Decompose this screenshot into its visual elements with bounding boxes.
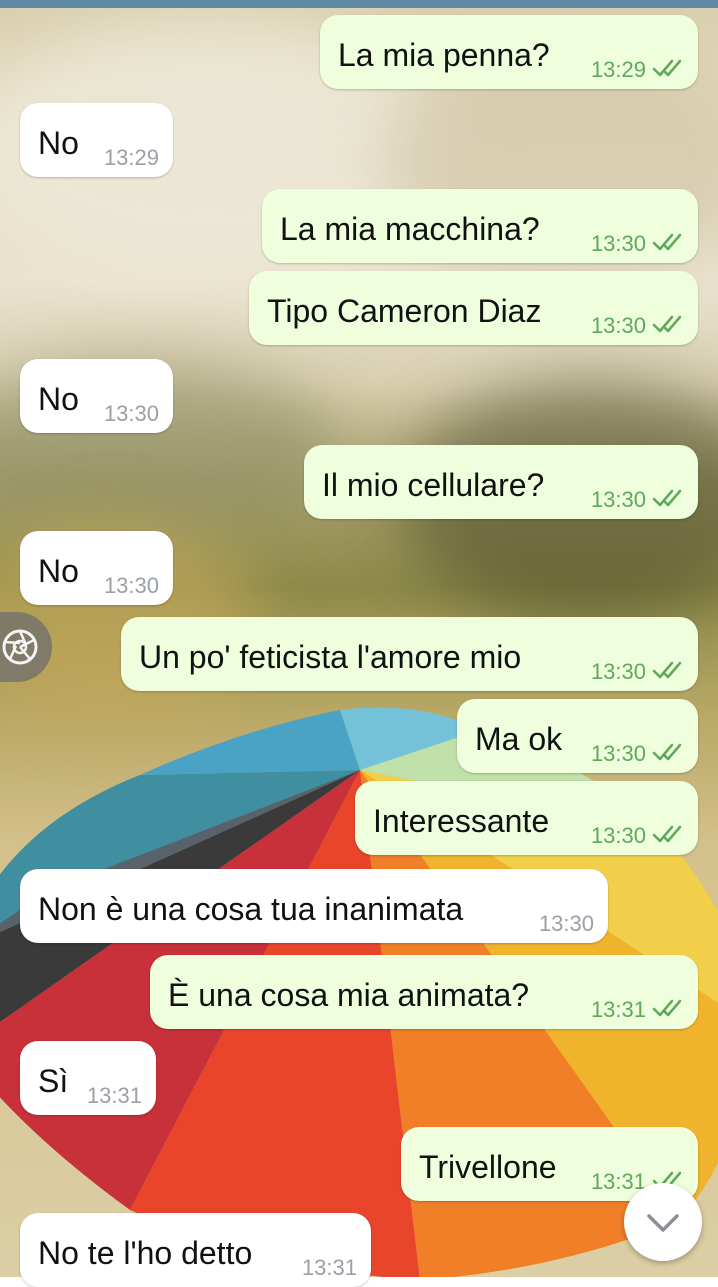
message-text: Interessante — [373, 803, 550, 839]
message-time: 13:31 — [301, 1255, 357, 1280]
camera-button[interactable] — [0, 612, 52, 682]
outgoing-message[interactable]: È una cosa mia animata? 13:31 — [150, 955, 698, 1029]
message-text: La mia penna? — [338, 37, 550, 73]
message-text: Sì — [38, 1063, 69, 1099]
outgoing-message[interactable]: Tipo Cameron Diaz 13:30 — [249, 271, 698, 345]
scroll-to-bottom-button[interactable] — [624, 1183, 702, 1261]
message-time: 13:30 — [590, 741, 646, 766]
message-text: Trivellone — [419, 1149, 557, 1185]
message-time: 13:29 — [103, 145, 159, 170]
message-text: No te l'ho detto — [38, 1235, 253, 1271]
incoming-message[interactable]: No 13:30 — [20, 531, 173, 605]
outgoing-message[interactable]: Un po' feticista l'amore mio 13:30 — [121, 617, 698, 691]
message-time: 13:30 — [590, 659, 646, 684]
read-receipt-icon — [652, 313, 684, 335]
incoming-message[interactable]: Non è una cosa tua inanimata 13:30 — [20, 869, 608, 943]
message-text: No — [38, 125, 79, 161]
camera-aperture-icon — [2, 629, 38, 665]
message-text: Un po' feticista l'amore mio — [139, 639, 522, 675]
chevron-down-icon — [647, 1214, 679, 1232]
status-strip — [0, 0, 718, 8]
message-time: 13:30 — [590, 231, 646, 256]
message-text: No — [38, 381, 79, 417]
message-text: Tipo Cameron Diaz — [267, 293, 542, 329]
message-time: 13:30 — [590, 487, 646, 512]
message-text: La mia macchina? — [280, 211, 540, 247]
outgoing-message[interactable]: La mia macchina? 13:30 — [262, 189, 698, 263]
outgoing-message[interactable]: Interessante 13:30 — [355, 781, 698, 855]
read-receipt-icon — [652, 823, 684, 845]
message-text: Il mio cellulare? — [322, 467, 545, 503]
read-receipt-icon — [652, 659, 684, 681]
incoming-message[interactable]: No 13:29 — [20, 103, 173, 177]
incoming-message[interactable]: Sì 13:31 — [20, 1041, 156, 1115]
message-text: È una cosa mia animata? — [168, 977, 530, 1013]
message-time: 13:30 — [590, 823, 646, 848]
outgoing-message[interactable]: Il mio cellulare? 13:30 — [304, 445, 698, 519]
read-receipt-icon — [652, 57, 684, 79]
message-time: 13:30 — [103, 401, 159, 426]
message-time: 13:30 — [538, 911, 594, 936]
read-receipt-icon — [652, 487, 684, 509]
message-text: Non è una cosa tua inanimata — [38, 891, 464, 927]
message-text: No — [38, 553, 79, 589]
read-receipt-icon — [652, 997, 684, 1019]
message-time: 13:30 — [103, 573, 159, 598]
outgoing-message[interactable]: La mia penna? 13:29 — [320, 15, 698, 89]
message-time: 13:31 — [86, 1083, 142, 1108]
message-time: 13:31 — [590, 997, 646, 1022]
message-time: 13:30 — [590, 313, 646, 338]
incoming-message[interactable]: No 13:30 — [20, 359, 173, 433]
read-receipt-icon — [652, 741, 684, 763]
message-text: Ma ok — [475, 721, 563, 757]
message-time: 13:29 — [590, 57, 646, 82]
read-receipt-icon — [652, 231, 684, 253]
incoming-message[interactable]: No te l'ho detto 13:31 — [20, 1213, 371, 1287]
outgoing-message[interactable]: Ma ok 13:30 — [457, 699, 698, 773]
